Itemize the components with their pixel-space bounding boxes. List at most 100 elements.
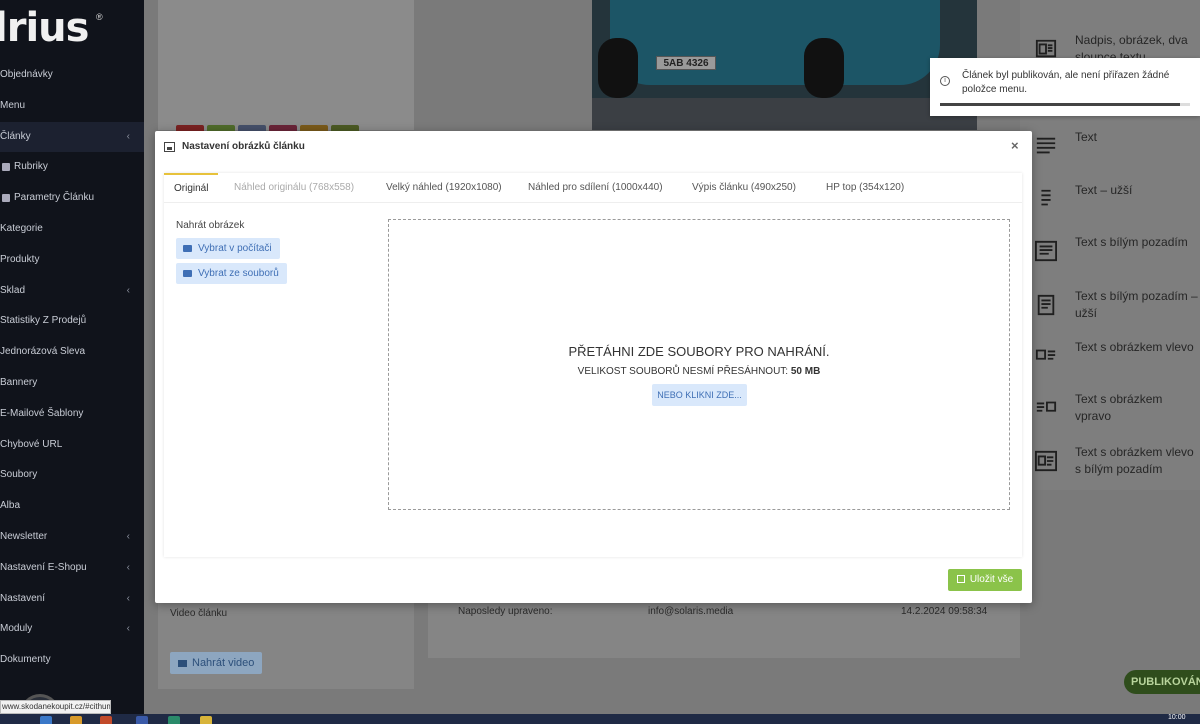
save-all-button[interactable]: Uložit vše — [948, 569, 1022, 591]
modal-title: Nastavení obrázků článku — [182, 141, 305, 152]
sidebar-item[interactable]: Newsletter ‹ — [0, 522, 144, 553]
status-bar-url: www.skodanekoupit.cz/#cithumb — [0, 700, 111, 714]
sidebar-item[interactable]: Nastavení ‹ — [0, 584, 144, 615]
text-image-right-icon — [1036, 401, 1057, 412]
taskbar-app-icon[interactable] — [136, 716, 148, 724]
content-block-item[interactable]: Text s obrázkem vlevo s bílým pozadím — [1020, 436, 1200, 488]
upload-video-label: Nahrát video — [192, 657, 255, 669]
choose-from-computer-button[interactable]: Vybrat v počítači — [176, 238, 280, 259]
file-dropzone[interactable]: PŘETÁHNI ZDE SOUBORY PRO NAHRÁNÍ. VELIKO… — [388, 219, 1010, 510]
sidebar-item-label: Newsletter — [0, 530, 48, 542]
logo-registered-mark: ® — [96, 12, 103, 22]
narrow-text-icon — [1041, 189, 1051, 206]
sidebar-item-label: Články — [0, 130, 31, 142]
content-block-item[interactable]: Text s bílým pozadím — [1020, 226, 1200, 278]
image-tab[interactable]: Velký náhled (1920x1080) — [386, 173, 502, 203]
sidebar-item-label: Moduly — [0, 623, 33, 635]
taskbar-app-icon[interactable] — [200, 716, 212, 724]
last-modified-by: info@solaris.media — [648, 606, 734, 617]
chevron-left-icon: ‹ — [126, 130, 130, 142]
published-status-button[interactable]: PUBLIKOVÁNO — [1124, 670, 1200, 694]
choose-from-files-button[interactable]: Vybrat ze souborů — [176, 263, 287, 284]
sidebar-item-label: Nastavení — [0, 592, 46, 604]
chevron-left-icon: ‹ — [126, 284, 130, 296]
sidebar-item[interactable]: Kategorie — [0, 214, 144, 245]
sidebar-item[interactable]: E-Mailové Šablony — [0, 399, 144, 430]
sidebar-item[interactable]: Chybové URL — [0, 430, 144, 461]
sidebar-item[interactable]: Objednávky — [0, 60, 144, 91]
sidebar-item[interactable]: Dokumenty — [0, 645, 144, 676]
sidebar-item-label: Rubriky — [14, 161, 48, 173]
taskbar-app-icon[interactable] — [70, 716, 82, 724]
logo[interactable]: lrius ® — [0, 6, 144, 50]
sidebar-item[interactable]: Články ‹ — [0, 121, 144, 153]
sidebar-item[interactable]: Menu — [0, 91, 144, 122]
content-block-label: Text – užší — [1075, 183, 1133, 197]
size-limit-prefix: VELIKOST SOUBORŮ NESMÍ PŘESÁHNOUT: — [577, 366, 789, 377]
info-icon: i — [940, 76, 950, 86]
sidebar-item[interactable]: Bannery — [0, 368, 144, 399]
sidebar-item-label: Nastavení E-Shopu — [0, 561, 87, 573]
choose-from-computer-label: Vybrat v počítači — [198, 243, 272, 254]
image-tab[interactable]: Originál — [164, 173, 219, 203]
content-block-label: Text s obrázkem vpravo — [1075, 392, 1163, 423]
content-block-item[interactable]: Text s bílým pozadím – užší — [1020, 280, 1200, 332]
video-label: Video článku — [170, 608, 228, 619]
sidebar-item[interactable]: Nastavení E-Shopu ‹ — [0, 553, 144, 584]
text-image-left-white-bg-icon — [1035, 450, 1057, 472]
chevron-left-icon: ‹ — [126, 530, 130, 542]
taskbar-app-icon[interactable] — [168, 716, 180, 724]
narrow-text-white-bg-icon — [1037, 294, 1055, 316]
taskbar: 10:00 — [0, 714, 1200, 724]
save-icon — [956, 575, 965, 583]
sub-item-icon — [2, 162, 10, 171]
content-block-item[interactable]: Text s obrázkem vlevo — [1020, 331, 1200, 383]
taskbar-app-icon[interactable] — [40, 716, 52, 724]
taskbar-app-icon[interactable] — [100, 716, 112, 724]
background-bottom-left: Video článku — [158, 600, 414, 689]
logo-text: lrius — [0, 6, 89, 50]
content-block-item[interactable]: Text – užší — [1020, 174, 1200, 226]
car-body — [610, 0, 940, 85]
image-tab[interactable]: Výpis článku (490x250) — [692, 173, 796, 203]
sidebar-item-label: Alba — [0, 500, 21, 512]
sidebar-item-label: Jednorázová Sleva — [0, 346, 86, 358]
image-tab[interactable]: HP top (354x120) — [826, 173, 904, 203]
sidebar-item[interactable]: Moduly ‹ — [0, 614, 144, 645]
choose-from-files-label: Vybrat ze souborů — [198, 268, 279, 279]
content-block-item[interactable]: Text — [1020, 121, 1200, 173]
sidebar-item[interactable]: Statistiky Z Prodejů — [0, 306, 144, 337]
content-block-item[interactable]: Text s obrázkem vpravo — [1020, 383, 1200, 435]
sidebar-item[interactable]: Alba — [0, 491, 144, 522]
toast-progress — [940, 103, 1190, 106]
content-block-label: Text s bílým pozadím – užší — [1075, 289, 1198, 320]
sub-item-icon — [2, 193, 10, 202]
sidebar-item[interactable]: Produkty — [0, 245, 144, 276]
content-block-label: Text s obrázkem vlevo — [1075, 340, 1194, 354]
click-to-upload-button[interactable]: NEBO KLIKNI ZDE... — [652, 384, 747, 406]
toast-progress-fill — [940, 103, 1180, 106]
sidebar-item-label: Soubory — [0, 469, 38, 481]
sidebar-item-label: E-Mailové Šablony — [0, 407, 84, 419]
last-modified-label: Naposledy upraveno: — [458, 606, 553, 617]
sidebar-item[interactable]: Jednorázová Sleva — [0, 337, 144, 368]
close-button[interactable]: × — [1011, 138, 1019, 153]
content-block-label: Text s bílým pozadím — [1075, 235, 1188, 249]
sidebar-item[interactable]: Soubory — [0, 460, 144, 491]
dropzone-title: PŘETÁHNI ZDE SOUBORY PRO NAHRÁNÍ. — [568, 344, 830, 359]
sidebar-item[interactable]: Sklad ‹ — [0, 276, 144, 307]
sidebar: lrius ® Objednávky Menu Články ‹ Rubriky Para… — [0, 0, 144, 714]
sidebar-item-label: Menu — [0, 99, 26, 111]
sidebar-item[interactable]: Rubriky — [0, 152, 144, 183]
background-left-panel — [158, 0, 414, 130]
chevron-left-icon: ‹ — [126, 592, 130, 604]
last-modified-at: 14.2.2024 09:58:34 — [901, 606, 988, 617]
road — [592, 98, 977, 130]
car-plate: 5AB 4326 — [656, 56, 716, 70]
sidebar-item[interactable]: Parametry Článku — [0, 183, 144, 214]
article-meta-panel: Naposledy upraveno: info@solaris.media 1… — [428, 600, 1020, 658]
image-tab[interactable]: Náhled pro sdílení (1000x440) — [528, 173, 663, 203]
sidebar-item-label: Statistiky Z Prodejů — [0, 315, 87, 327]
upload-video-button[interactable]: Nahrát video — [170, 652, 262, 674]
image-tab[interactable]: Náhled originálu (768x558) — [234, 173, 354, 203]
